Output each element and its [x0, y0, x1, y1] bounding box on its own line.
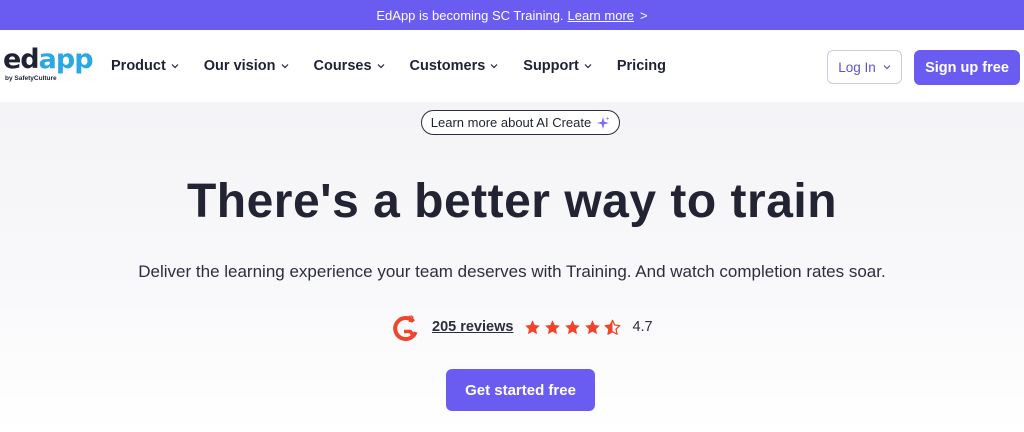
star-rating [524, 319, 621, 336]
half-star-icon [604, 319, 621, 336]
rating-score: 4.7 [632, 319, 653, 335]
pill-label: Learn more about AI Create [430, 115, 592, 130]
announcement-text: EdApp is becoming SC Training. [376, 7, 564, 23]
sparkle-icon [596, 116, 610, 130]
hero-section: Learn more about AI Create There's a bet… [0, 102, 1024, 432]
nav-menu: Product Our vision Courses Customers Sup… [111, 30, 691, 102]
logo-tagline: by SafetyCulture [5, 75, 57, 82]
star-icon [584, 319, 601, 336]
get-started-button[interactable]: Get started free [446, 369, 595, 411]
hero-subheadline: Deliver the learning experience your tea… [138, 262, 886, 281]
logo-ed: ed [3, 44, 40, 75]
nav-item-label: Courses [313, 58, 372, 74]
svg-text:2: 2 [408, 315, 414, 325]
nav-item-label: Support [523, 58, 579, 74]
nav-item-label: Customers [409, 58, 486, 74]
announcement-bar: EdApp is becoming SC Training. Learn mor… [0, 0, 1024, 30]
star-icon [544, 319, 561, 336]
nav-item-label: Pricing [616, 58, 667, 74]
nav-item-label: Our vision [203, 58, 276, 74]
login-label: Log In [838, 59, 876, 75]
announcement-arrow[interactable]: > [640, 8, 648, 23]
ai-create-pill-button[interactable]: Learn more about AI Create [421, 110, 620, 135]
nav-item-courses[interactable]: Courses [314, 58, 385, 74]
edapp-logo[interactable]: edapp by SafetyCulture [3, 44, 94, 90]
star-icon [524, 319, 541, 336]
star-icon [564, 319, 581, 336]
logo-app: app [38, 44, 94, 75]
nav-item-product[interactable]: Product [111, 58, 179, 74]
chevron-down-icon [584, 62, 592, 70]
g2-logo-icon[interactable]: 2 [391, 312, 421, 342]
chevron-down-icon [883, 63, 891, 71]
chevron-down-icon [377, 62, 385, 70]
hero-headline: There's a better way to train [186, 175, 838, 228]
signup-button[interactable]: Sign up free [914, 50, 1020, 85]
nav-item-support[interactable]: Support [523, 58, 592, 74]
nav-item-customers[interactable]: Customers [410, 58, 499, 74]
rating-row: 2 205 reviews 4.7 [391, 312, 653, 342]
chevron-down-icon [171, 62, 179, 70]
reviews-link[interactable]: 205 reviews [432, 319, 513, 335]
chevron-down-icon [490, 62, 498, 70]
logo-wordmark: edapp [3, 44, 94, 75]
chevron-down-icon [281, 62, 289, 70]
login-button[interactable]: Log In [827, 50, 902, 84]
nav-item-our-vision[interactable]: Our vision [204, 58, 289, 74]
nav-item-pricing[interactable]: Pricing [617, 58, 666, 74]
nav-item-label: Product [111, 58, 166, 74]
top-navigation: edapp by SafetyCulture Product Our visio… [0, 30, 1024, 102]
announcement-learn-more-link[interactable]: Learn more [568, 8, 634, 23]
